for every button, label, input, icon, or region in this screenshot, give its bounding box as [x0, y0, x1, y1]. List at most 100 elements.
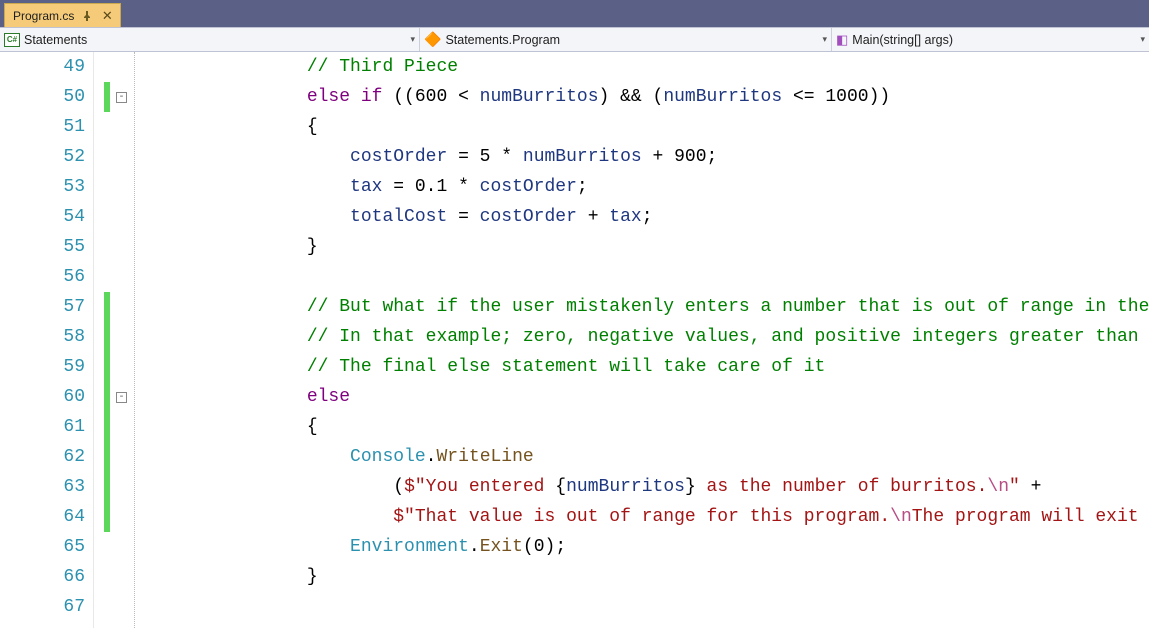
code-area[interactable]: // Third Piece else if ((600 < numBurrit… [134, 52, 1149, 628]
code-line[interactable]: Console.WriteLine [134, 442, 1149, 472]
code-line[interactable] [134, 592, 1149, 622]
token: \n [987, 477, 1009, 497]
change-bar [104, 292, 110, 322]
code-line[interactable] [134, 262, 1149, 292]
line-number: 55 [0, 232, 85, 262]
code-line[interactable]: else [134, 382, 1149, 412]
code-line[interactable]: } [134, 232, 1149, 262]
margin-row [94, 202, 134, 232]
editor-margin: -- [94, 52, 134, 628]
tab-strip: Program.cs ✕ [0, 0, 1149, 27]
token: } [685, 477, 696, 497]
code-line[interactable]: ($"You entered {numBurritos} as the numb… [134, 472, 1149, 502]
line-number: 66 [0, 562, 85, 592]
margin-row [94, 442, 134, 472]
nav-scope-label: Statements [24, 33, 87, 47]
change-bar [104, 382, 110, 412]
line-number: 65 [0, 532, 85, 562]
token: numBurritos [663, 87, 782, 107]
token: + [642, 147, 674, 167]
chevron-down-icon: ▾ [410, 34, 415, 45]
margin-row [94, 172, 134, 202]
fold-toggle[interactable]: - [116, 92, 127, 103]
token: // But what if the user mistakenly enter… [307, 297, 1149, 317]
margin-row [94, 232, 134, 262]
line-number: 50 [0, 82, 85, 112]
code-line[interactable]: { [134, 412, 1149, 442]
token: { [307, 117, 318, 137]
token: else if [307, 87, 383, 107]
line-number-gutter: 49505152535455565758596061626364656667 [0, 52, 94, 628]
code-line[interactable]: $"That value is out of range for this pr… [134, 502, 1149, 532]
margin-row [94, 112, 134, 142]
token: as the number of burritos. [696, 477, 988, 497]
token: // The final else statement will take ca… [307, 357, 825, 377]
code-line[interactable]: } [134, 562, 1149, 592]
change-bar [104, 82, 110, 112]
line-number: 61 [0, 412, 85, 442]
token: = [447, 207, 479, 227]
class-icon: 🔶 [424, 31, 441, 48]
code-line[interactable]: // In that example; zero, negative value… [134, 322, 1149, 352]
line-number: 51 [0, 112, 85, 142]
line-number: 64 [0, 502, 85, 532]
token: + [1020, 477, 1042, 497]
code-line[interactable]: costOrder = 5 * numBurritos + 900; [134, 142, 1149, 172]
code-line[interactable]: tax = 0.1 * costOrder; [134, 172, 1149, 202]
nav-method-label: Main(string[] args) [852, 33, 953, 47]
margin-row [94, 52, 134, 82]
margin-row [94, 412, 134, 442]
change-bar [104, 442, 110, 472]
nav-bar: C# Statements ▾ 🔶 Statements.Program ▾ ◧… [0, 27, 1149, 52]
token: Console [350, 447, 426, 467]
nav-class-dropdown[interactable]: 🔶 Statements.Program ▾ [420, 28, 832, 51]
token: numBurritos [566, 477, 685, 497]
token: } [307, 567, 318, 587]
line-number: 49 [0, 52, 85, 82]
token: * [490, 147, 522, 167]
tab-program-cs[interactable]: Program.cs ✕ [4, 3, 121, 27]
code-editor[interactable]: 49505152535455565758596061626364656667 -… [0, 52, 1149, 628]
token: // In that example; zero, negative value… [307, 327, 1149, 347]
token: Exit [480, 537, 523, 557]
change-bar [104, 472, 110, 502]
change-bar [104, 502, 110, 532]
margin-row [94, 472, 134, 502]
code-line[interactable]: { [134, 112, 1149, 142]
code-line[interactable]: // The final else statement will take ca… [134, 352, 1149, 382]
code-line[interactable]: totalCost = costOrder + tax; [134, 202, 1149, 232]
tab-title: Program.cs [13, 9, 74, 23]
margin-row [94, 142, 134, 172]
token: = [382, 177, 414, 197]
line-number: 59 [0, 352, 85, 382]
token: ; [577, 177, 588, 197]
token: tax [609, 207, 641, 227]
token: + [577, 207, 609, 227]
margin-row [94, 322, 134, 352]
margin-row [94, 292, 134, 322]
line-number: 62 [0, 442, 85, 472]
fold-toggle[interactable]: - [116, 392, 127, 403]
change-bar [104, 412, 110, 442]
nav-method-dropdown[interactable]: ◧ Main(string[] args) ▾ [832, 28, 1149, 51]
nav-scope-dropdown[interactable]: C# Statements ▾ [0, 28, 420, 51]
line-number: 67 [0, 592, 85, 622]
token: tax [350, 177, 382, 197]
code-line[interactable]: // Third Piece [134, 52, 1149, 82]
token: costOrder [350, 147, 447, 167]
pin-icon[interactable] [80, 9, 94, 23]
token: numBurritos [523, 147, 642, 167]
token: 0.1 [415, 177, 447, 197]
token: ); [545, 537, 567, 557]
token: (( [382, 87, 414, 107]
code-line[interactable]: else if ((600 < numBurritos) && (numBurr… [134, 82, 1149, 112]
token: { [307, 417, 318, 437]
close-icon[interactable]: ✕ [100, 9, 114, 23]
token: " [1009, 477, 1020, 497]
token: = [447, 147, 479, 167]
code-line[interactable]: // But what if the user mistakenly enter… [134, 292, 1149, 322]
chevron-down-icon: ▾ [822, 34, 827, 45]
code-line[interactable]: Environment.Exit(0); [134, 532, 1149, 562]
line-number: 60 [0, 382, 85, 412]
token: 0 [534, 537, 545, 557]
